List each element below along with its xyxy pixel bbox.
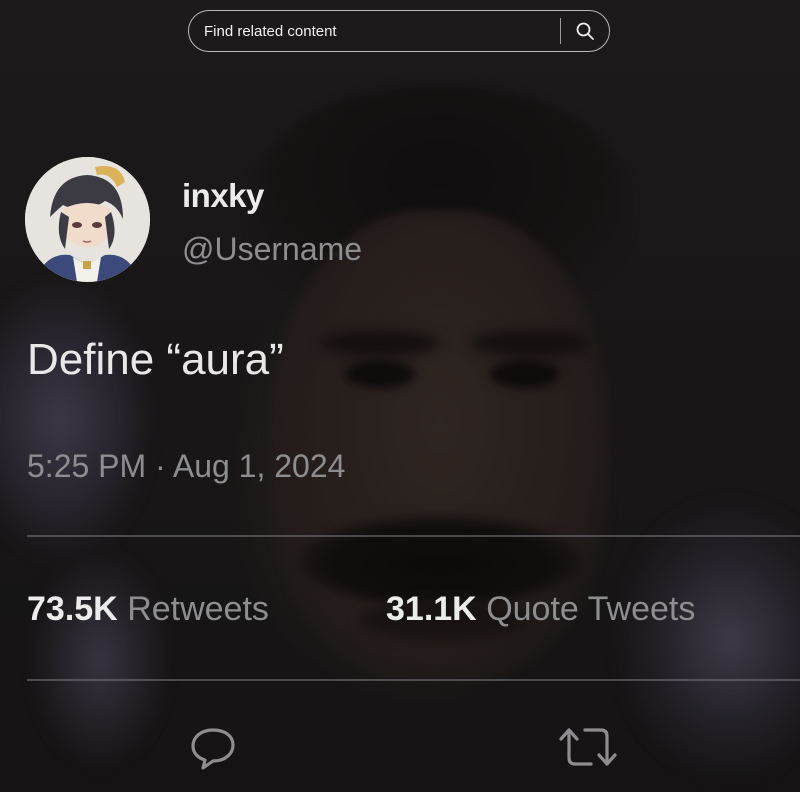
search-icon	[576, 22, 594, 40]
tweet-date: Aug 1, 2024	[172, 448, 346, 484]
retweets-stat[interactable]: 73.5K Retweets	[27, 590, 269, 629]
display-name[interactable]: inxky	[182, 177, 264, 215]
retweet-icon[interactable]	[555, 722, 621, 772]
divider	[27, 535, 800, 537]
avatar[interactable]	[25, 157, 150, 282]
tweet-text: Define “aura”	[27, 335, 284, 384]
retweets-count: 73.5K	[27, 590, 118, 628]
search-bar[interactable]: Find related content	[188, 10, 610, 52]
search-button[interactable]	[561, 11, 609, 51]
divider	[27, 679, 800, 681]
retweets-label: Retweets	[127, 590, 269, 628]
reply-icon[interactable]	[188, 722, 238, 772]
quote-tweets-stat[interactable]: 31.1K Quote Tweets	[386, 590, 695, 629]
avatar-image	[25, 157, 150, 282]
tweet-timestamp[interactable]: 5:25 PM · Aug 1, 2024	[27, 448, 345, 485]
timestamp-separator: ·	[155, 448, 166, 484]
background-photo	[0, 0, 800, 792]
quote-tweets-label: Quote Tweets	[486, 590, 696, 628]
search-input[interactable]: Find related content	[189, 23, 560, 40]
quote-tweets-count: 31.1K	[386, 590, 477, 628]
tweet-time: 5:25 PM	[27, 448, 147, 484]
user-handle[interactable]: @Username	[182, 231, 362, 268]
